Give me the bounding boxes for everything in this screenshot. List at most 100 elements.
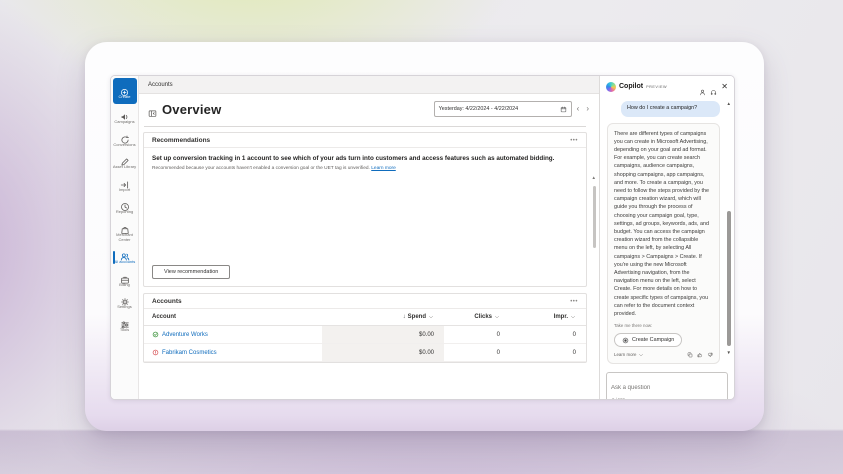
column-impr[interactable]: Impr. bbox=[510, 309, 586, 325]
scroll-up-arrow[interactable]: ▲ bbox=[592, 176, 596, 181]
column-clicks[interactable]: Clicks bbox=[444, 309, 510, 325]
copilot-title: Copilot bbox=[619, 83, 643, 90]
scrollbar-thumb[interactable] bbox=[593, 186, 596, 248]
date-range-picker[interactable]: Yesterday: 4/22/2024 - 4/22/2024 bbox=[434, 101, 572, 117]
calendar-icon bbox=[560, 106, 567, 113]
sidebar-item-label: Campaigns bbox=[114, 120, 134, 125]
headset-icon[interactable] bbox=[710, 83, 717, 90]
clicks-cell: 0 bbox=[444, 344, 510, 361]
clock-icon bbox=[120, 199, 130, 209]
recommendation-reason: Recommended because your accounts haven'… bbox=[152, 166, 396, 171]
question-input[interactable] bbox=[611, 385, 723, 391]
collapse-panel-icon[interactable] bbox=[148, 105, 157, 114]
date-prev-button[interactable]: ‹ bbox=[575, 105, 582, 113]
sidebar-item-label: Import bbox=[119, 188, 130, 193]
sidebar-item-tools[interactable]: Tools bbox=[112, 314, 138, 337]
create-campaign-label: Create Campaign bbox=[632, 336, 674, 344]
plus-circle-icon bbox=[120, 84, 129, 93]
send-icon[interactable] bbox=[716, 395, 723, 400]
sidebar-item-label: All accounts bbox=[114, 260, 136, 265]
sidebar-item-settings[interactable]: Settings bbox=[112, 291, 138, 314]
sidebar-item-label: Billing bbox=[119, 283, 130, 288]
copilot-panel: Copilot PREVIEW ✕ How do I create a camp… bbox=[599, 76, 734, 399]
recommendations-card: Recommendations ••• Set up conversion tr… bbox=[143, 132, 587, 287]
copilot-logo-icon bbox=[606, 82, 616, 92]
sidebar-item-asset-library[interactable]: Asset Library bbox=[112, 151, 138, 174]
thumbs-up-icon[interactable] bbox=[697, 352, 703, 358]
sidebar-item-import[interactable]: Import bbox=[112, 174, 138, 197]
copilot-chat-area: How do I create a campaign? There are di… bbox=[600, 97, 734, 369]
table-row: Adventure Works$0.0000 bbox=[144, 326, 586, 344]
chevron-down-icon bbox=[428, 314, 434, 320]
accounts-title: Accounts bbox=[152, 298, 182, 305]
sidebar-item-merchant-center[interactable]: Merchant Center bbox=[112, 219, 138, 246]
clicks-cell: 0 bbox=[444, 326, 510, 343]
copilot-scrollbar-thumb[interactable] bbox=[727, 211, 731, 346]
accounts-table-header: Account ↓ Spend Clicks Impr. bbox=[144, 309, 586, 326]
person-icon[interactable] bbox=[699, 83, 706, 90]
sidebar-item-all-accounts[interactable]: All accounts bbox=[112, 246, 138, 269]
scroll-up-arrow[interactable]: ▲ bbox=[727, 102, 731, 107]
copilot-header: Copilot PREVIEW ✕ bbox=[600, 76, 734, 97]
content-scroll-area: Recommendations ••• Set up conversion tr… bbox=[139, 124, 599, 399]
bot-message-text: There are different types of campaigns y… bbox=[614, 130, 713, 319]
column-spend[interactable]: ↓ Spend bbox=[322, 309, 444, 325]
learn-more-label: Learn more bbox=[614, 352, 636, 359]
account-link[interactable]: Adventure Works bbox=[162, 332, 208, 338]
recommendation-reason-text: Recommended because your accounts haven'… bbox=[152, 166, 370, 171]
date-next-button[interactable]: › bbox=[584, 105, 591, 113]
page-header: Overview Yesterday: 4/22/2024 - 4/22/202… bbox=[139, 94, 599, 124]
recommendations-title: Recommendations bbox=[152, 137, 210, 144]
sidebar-item-label: Settings bbox=[117, 305, 131, 310]
chevron-down-icon bbox=[570, 314, 576, 320]
column-impr-label: Impr. bbox=[554, 314, 568, 320]
copilot-input-area: 0 / 500 bbox=[600, 369, 734, 399]
take-me-there-label: Take me there now: bbox=[614, 323, 713, 330]
learn-more-link[interactable]: Learn more bbox=[371, 166, 396, 171]
thumbs-down-icon[interactable] bbox=[707, 352, 713, 358]
scroll-down-arrow[interactable]: ▼ bbox=[727, 351, 731, 356]
learn-more-dropdown[interactable]: Learn more bbox=[614, 352, 644, 359]
sidebar-item-billing[interactable]: Billing bbox=[112, 269, 138, 292]
check-circle-icon bbox=[152, 331, 159, 338]
char-counter: 0 / 500 bbox=[612, 397, 625, 400]
people-icon bbox=[120, 249, 130, 259]
view-recommendation-button[interactable]: View recommendation bbox=[152, 265, 230, 279]
chevron-down-icon bbox=[638, 352, 644, 358]
close-icon[interactable]: ✕ bbox=[721, 83, 728, 91]
sidebar-item-conversions[interactable]: Conversions bbox=[112, 129, 138, 152]
account-link[interactable]: Fabrikam Cosmetics bbox=[162, 350, 217, 356]
column-account[interactable]: Account bbox=[152, 309, 322, 325]
question-input-box[interactable]: 0 / 500 bbox=[606, 372, 728, 400]
spend-cell: $0.00 bbox=[322, 326, 444, 343]
app-window: Create Campaigns Conversions Asset Library… bbox=[110, 75, 735, 400]
sync-icon bbox=[120, 132, 130, 142]
sidebar-item-label: Tools bbox=[120, 328, 129, 333]
scrolled-card-edge bbox=[144, 126, 586, 127]
megaphone-icon bbox=[120, 109, 130, 119]
create-button-label: Create bbox=[118, 94, 130, 99]
alert-circle-icon bbox=[152, 349, 159, 356]
accounts-table-body: Adventure Works$0.0000Fabrikam Cosmetics… bbox=[144, 326, 586, 362]
impr-cell: 0 bbox=[510, 326, 586, 343]
table-row: Fabrikam Cosmetics$0.0000 bbox=[144, 344, 586, 362]
recommendations-more-menu[interactable]: ••• bbox=[570, 138, 578, 144]
pencil-icon bbox=[120, 154, 130, 164]
copy-icon[interactable] bbox=[687, 352, 693, 358]
date-range-value: Yesterday: 4/22/2024 - 4/22/2024 bbox=[439, 106, 519, 112]
main-scrollbar[interactable]: ▲ bbox=[591, 162, 596, 362]
gear-icon bbox=[120, 294, 130, 304]
sidebar-item-label: Reporting bbox=[116, 210, 133, 215]
create-button[interactable]: Create bbox=[113, 78, 137, 104]
user-message-bubble: How do I create a campaign? bbox=[621, 101, 720, 117]
accounts-more-menu[interactable]: ••• bbox=[570, 299, 578, 305]
sidebar-item-label: Conversions bbox=[113, 143, 135, 148]
sparkle-circle-icon bbox=[622, 337, 629, 344]
sidebar-item-campaigns[interactable]: Campaigns bbox=[112, 106, 138, 129]
create-campaign-button[interactable]: Create Campaign bbox=[614, 333, 682, 347]
tab-accounts[interactable]: Accounts bbox=[148, 82, 173, 88]
sidebar-item-reporting[interactable]: Reporting bbox=[112, 196, 138, 219]
tab-bar: Accounts bbox=[139, 76, 599, 94]
main-area: Accounts Overview Yesterday: 4/22/2024 -… bbox=[139, 76, 599, 399]
device-frame: Create Campaigns Conversions Asset Library… bbox=[85, 42, 764, 431]
